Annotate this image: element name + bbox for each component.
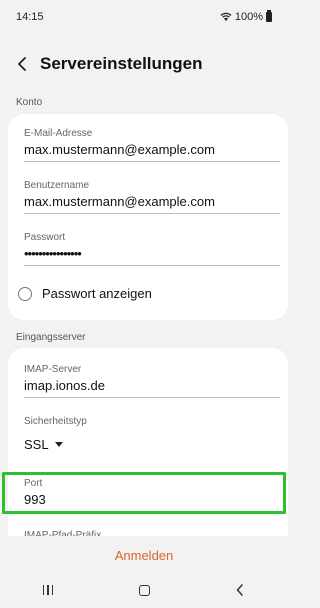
battery-icon [266, 10, 272, 22]
back-nav-icon [236, 584, 243, 596]
username-underline [24, 213, 280, 214]
home-button[interactable] [129, 584, 159, 596]
page-title: Servereinstellungen [40, 54, 203, 73]
security-type-select[interactable]: SSL [24, 437, 280, 452]
home-icon [138, 584, 150, 596]
bottom-bar: Anmelden [0, 536, 288, 608]
imap-server-underline [24, 397, 280, 398]
username-label: Benutzername [24, 180, 90, 191]
imap-server-label: IMAP-Server [24, 364, 82, 375]
status-time: 14:15 [16, 11, 44, 23]
dropdown-arrow-icon [54, 442, 63, 447]
show-password-label: Passwort anzeigen [42, 286, 152, 301]
password-value[interactable]: •••••••••••••••• [24, 246, 280, 261]
wifi-icon [220, 12, 232, 21]
sign-in-button[interactable]: Anmelden [0, 548, 288, 563]
email-value[interactable]: max.mustermann@example.com [24, 142, 280, 157]
email-underline [24, 161, 280, 162]
back-button[interactable] [2, 46, 42, 82]
battery-percent: 100% [234, 11, 263, 23]
password-label: Passwort [24, 232, 66, 243]
system-nav-bar [0, 578, 288, 602]
port-highlight-frame [2, 472, 286, 514]
app-header: Servereinstellungen [0, 46, 288, 82]
password-underline [24, 265, 280, 266]
email-field[interactable]: E-Mail-Adresse max.mustermann@example.co… [24, 128, 280, 162]
security-type-field[interactable]: Sicherheitstyp SSL [24, 416, 280, 452]
username-value[interactable]: max.mustermann@example.com [24, 194, 280, 209]
chevron-left-icon [18, 57, 26, 71]
account-card: E-Mail-Adresse max.mustermann@example.co… [8, 114, 288, 320]
imap-server-value[interactable]: imap.ionos.de [24, 378, 280, 393]
security-type-value: SSL [24, 437, 49, 452]
email-label: E-Mail-Adresse [24, 128, 93, 139]
section-label-incoming: Eingangsserver [16, 332, 86, 343]
incoming-card: IMAP-Server imap.ionos.de Sicherheitstyp… [8, 348, 288, 548]
imap-server-field[interactable]: IMAP-Server imap.ionos.de [24, 364, 280, 398]
show-password-checkbox[interactable] [18, 286, 32, 301]
recents-icon [42, 585, 54, 595]
back-nav-button[interactable] [225, 584, 255, 596]
username-field[interactable]: Benutzername max.mustermann@example.com [24, 180, 280, 214]
security-type-label: Sicherheitstyp [24, 416, 87, 427]
section-label-account: Konto [16, 97, 43, 108]
status-bar: 14:15 100% [0, 0, 288, 34]
recents-button[interactable] [33, 585, 63, 595]
show-password-toggle[interactable]: Passwort anzeigen [18, 286, 152, 301]
status-icons: 100% [220, 10, 272, 23]
password-field[interactable]: Passwort •••••••••••••••• [24, 232, 280, 266]
